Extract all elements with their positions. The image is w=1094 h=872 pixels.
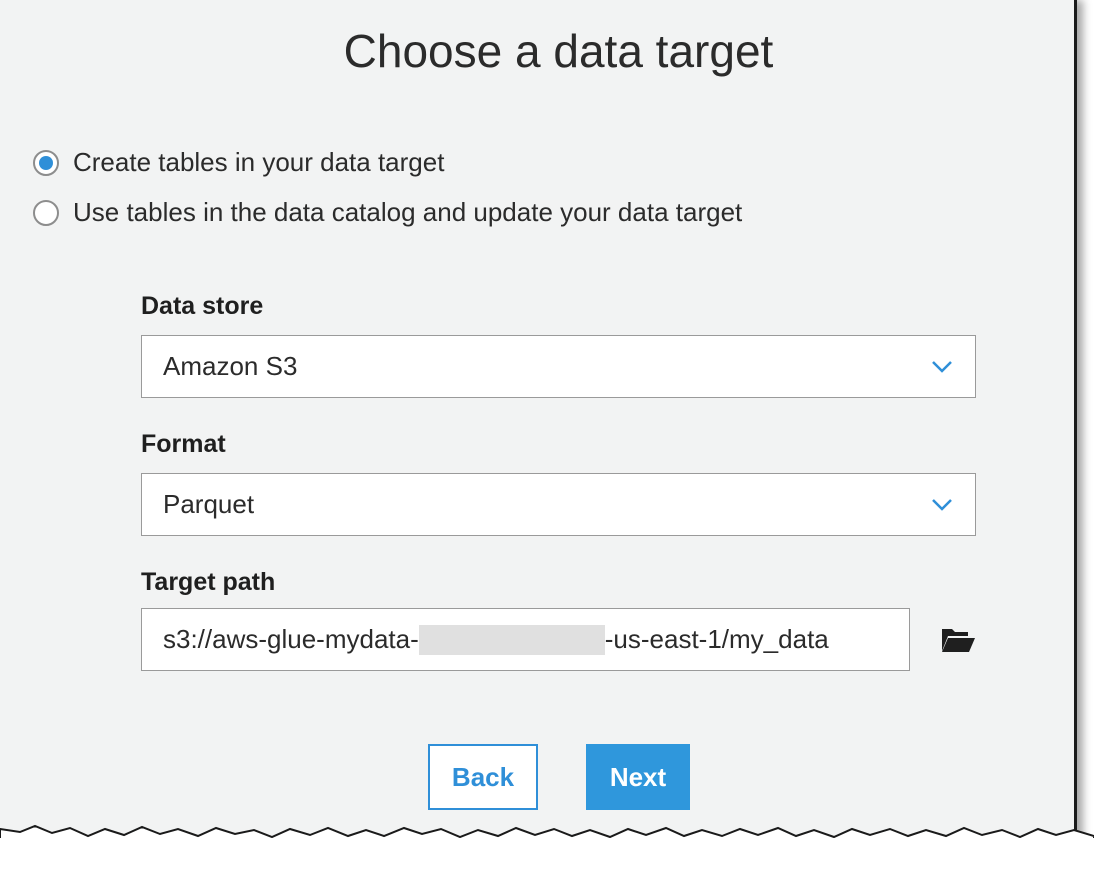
target-path-suffix: -us-east-1/my_data [604, 624, 829, 654]
chevron-down-icon [932, 498, 952, 511]
radio-create-tables-label: Create tables in your data target [73, 147, 445, 177]
format-label: Format [141, 430, 226, 458]
target-path-input[interactable]: s3://aws-glue-mydata- -us-east-1/my_data [141, 608, 910, 671]
format-select[interactable]: Parquet [141, 473, 976, 536]
format-value: Parquet [163, 489, 255, 519]
radio-button-unchecked[interactable] [33, 199, 59, 226]
data-store-value: Amazon S3 [163, 351, 298, 381]
data-store-select[interactable]: Amazon S3 [141, 335, 976, 398]
folder-open-icon[interactable] [940, 625, 976, 655]
redacted-account-id [418, 624, 605, 655]
page-title: Choose a data target [343, 25, 774, 77]
target-path-label: Target path [141, 568, 276, 596]
radio-create-tables[interactable]: Create tables in your data target [33, 147, 444, 178]
back-button[interactable]: Back [428, 744, 538, 810]
next-button[interactable]: Next [586, 744, 690, 810]
radio-use-catalog-tables[interactable]: Use tables in the data catalog and updat… [33, 197, 742, 228]
radio-use-catalog-tables-label: Use tables in the data catalog and updat… [73, 197, 743, 227]
radio-button-checked[interactable] [33, 149, 59, 176]
data-store-label: Data store [141, 292, 264, 320]
target-path-prefix: s3://aws-glue-mydata- [163, 624, 419, 654]
chevron-down-icon [932, 360, 952, 373]
